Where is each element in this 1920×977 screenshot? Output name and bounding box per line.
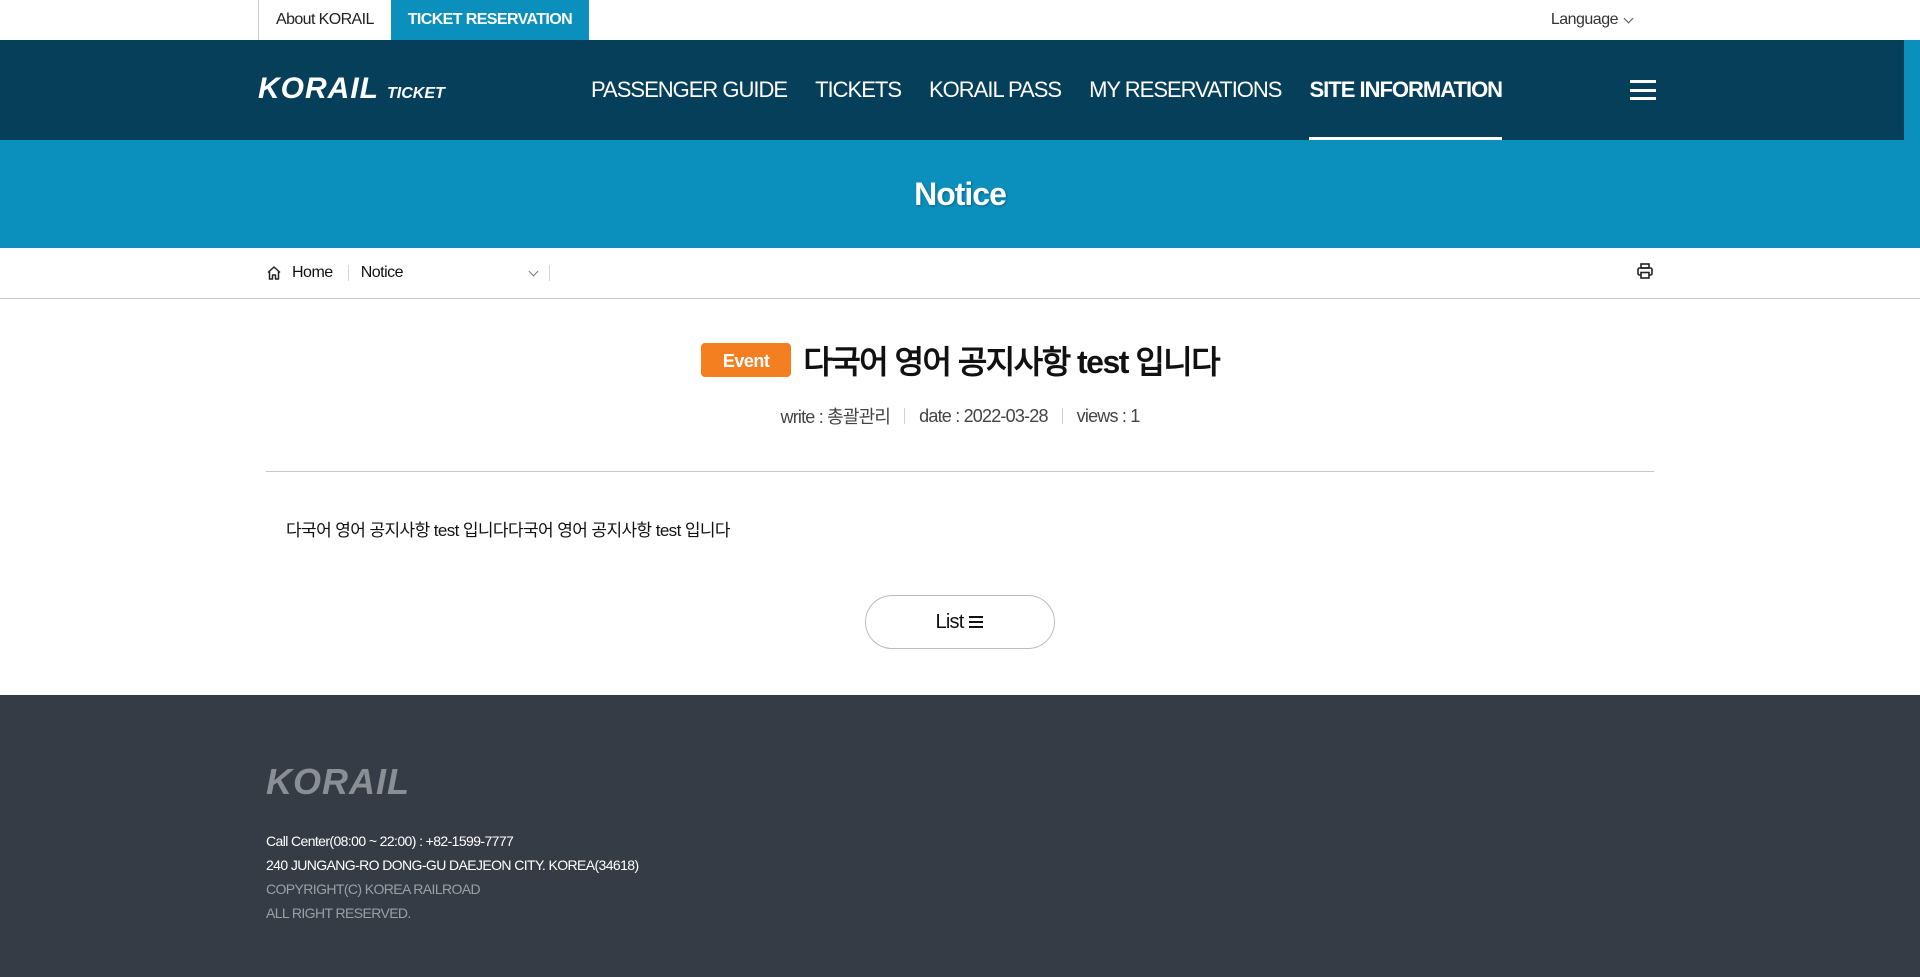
nav-edge-strip	[1904, 40, 1920, 140]
footer-call-center: Call Center(08:00 ~ 22:00) : +82-1599-77…	[266, 833, 514, 849]
meta-divider	[904, 408, 906, 424]
logo-sub: TICKET	[387, 85, 445, 102]
top-utility-bar: About KORAIL TICKET RESERVATION Language	[0, 0, 1920, 40]
site-footer: KORAIL Call Center(08:00 ~ 22:00) : +82-…	[0, 695, 1920, 977]
event-badge: Event	[700, 343, 792, 377]
breadcrumb-home-label: Home	[292, 264, 333, 281]
list-button-label: List	[935, 610, 965, 633]
menu-korail-pass[interactable]: KORAIL PASS	[929, 40, 1062, 140]
breadcrumb-home[interactable]: Home	[258, 264, 333, 282]
article-meta: write : 총괄관리 date : 2022-03-28 views : 1	[258, 403, 1662, 429]
home-icon	[267, 266, 281, 280]
about-korail-link[interactable]: About KORAIL	[258, 0, 391, 40]
chevron-down-icon	[1623, 13, 1634, 23]
page-title: Notice	[914, 175, 1007, 212]
menu-passenger-guide[interactable]: PASSENGER GUIDE	[591, 40, 788, 140]
language-label: Language	[1550, 11, 1619, 28]
print-icon	[1637, 263, 1653, 279]
main-navigation: KORAIL TICKET PASSENGER GUIDE TICKETS KO…	[0, 40, 1920, 140]
article-writer: write : 총괄관리	[780, 407, 891, 427]
ticket-reservation-tab[interactable]: TICKET RESERVATION	[390, 0, 590, 40]
article-date: date : 2022-03-28	[919, 405, 1048, 426]
breadcrumb: Home Notice	[0, 248, 1920, 299]
breadcrumb-divider	[548, 265, 550, 281]
menu-my-reservations[interactable]: MY RESERVATIONS	[1089, 40, 1282, 140]
menu-tickets[interactable]: TICKETS	[815, 40, 902, 140]
hamburger-menu-icon[interactable]	[1630, 80, 1656, 100]
footer-copyright: COPYRIGHT(C) KOREA RAILROAD	[266, 881, 481, 897]
list-icon	[969, 616, 984, 628]
breadcrumb-section-select[interactable]: Notice	[361, 264, 549, 282]
breadcrumb-current-label: Notice	[360, 264, 404, 281]
list-button[interactable]: List	[865, 595, 1055, 649]
print-button[interactable]	[1636, 262, 1654, 285]
logo-text: KORAIL	[258, 72, 379, 105]
page-banner: Notice	[0, 140, 1920, 248]
chevron-down-icon	[528, 266, 539, 276]
footer-rights: ALL RIGHT RESERVED.	[266, 905, 411, 921]
footer-address: 240 JUNGANG-RO DONG-GU DAEJEON CITY. KOR…	[266, 857, 639, 873]
main-menu: PASSENGER GUIDE TICKETS KORAIL PASS MY R…	[591, 40, 1530, 140]
breadcrumb-divider	[347, 265, 349, 281]
menu-site-information[interactable]: SITE INFORMATION	[1309, 40, 1503, 140]
korail-ticket-logo[interactable]: KORAIL TICKET	[258, 72, 445, 106]
language-selector[interactable]: Language	[1550, 0, 1634, 40]
footer-korail-logo: KORAIL	[266, 761, 410, 802]
article-title: 다국어 영어 공지사항 test 입니다	[803, 344, 1220, 380]
article-body: 다국어 영어 공지사항 test 입니다다국어 영어 공지사항 test 입니다	[286, 521, 731, 540]
article-views: views : 1	[1076, 405, 1141, 426]
notice-article: Event 다국어 영어 공지사항 test 입니다 write : 총괄관리 …	[0, 299, 1920, 649]
article-title-row: Event 다국어 영어 공지사항 test 입니다	[258, 337, 1662, 383]
meta-divider	[1061, 408, 1063, 424]
